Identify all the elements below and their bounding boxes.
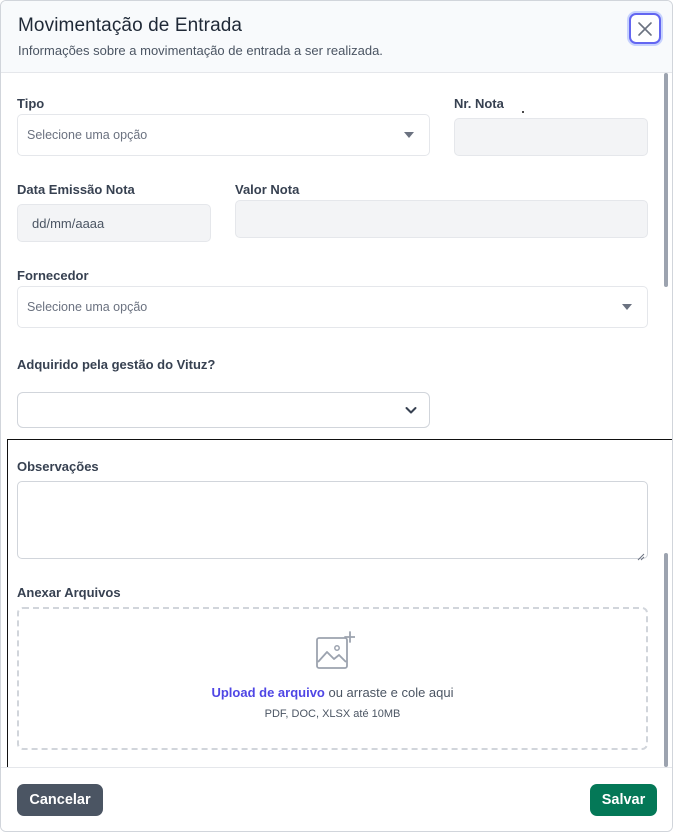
caret-down-icon xyxy=(622,304,632,310)
image-add-icon xyxy=(315,631,356,671)
upload-link[interactable]: Upload de arquivo xyxy=(211,685,324,700)
tipo-label: Tipo xyxy=(17,96,45,111)
scrollbar-thumb-upper[interactable] xyxy=(664,73,668,287)
data-emissao-placeholder: dd/mm/aaaa xyxy=(32,216,105,231)
upload-rest-text: ou arraste e cole aqui xyxy=(324,685,454,700)
close-icon xyxy=(637,21,653,37)
caret-down-icon xyxy=(404,132,414,138)
data-emissao-label: Data Emissão Nota xyxy=(17,182,135,197)
modal-subtitle: Informações sobre a movimentação de entr… xyxy=(18,43,383,58)
selection-border-top xyxy=(7,439,672,440)
adquirido-select[interactable] xyxy=(17,392,430,428)
fornecedor-label: Fornecedor xyxy=(17,268,89,283)
nr-nota-label: Nr. Nota xyxy=(454,96,504,111)
cancel-button[interactable]: Cancelar xyxy=(17,784,103,816)
file-dropzone[interactable]: Upload de arquivo ou arraste e cole aqui… xyxy=(17,607,648,750)
modal-header: Movimentação de Entrada Informações sobr… xyxy=(1,1,672,73)
save-button[interactable]: Salvar xyxy=(590,784,657,816)
resize-handle-icon[interactable] xyxy=(637,548,645,561)
adquirido-label: Adquirido pela gestão do Vituz? xyxy=(17,357,216,372)
observacoes-label: Observações xyxy=(17,459,99,474)
valor-nota-label: Valor Nota xyxy=(235,182,300,197)
upload-instructions: Upload de arquivo ou arraste e cole aqui xyxy=(19,685,646,700)
valor-nota-input[interactable] xyxy=(235,200,648,238)
observacoes-textarea[interactable] xyxy=(17,481,648,561)
fornecedor-placeholder: Selecione uma opção xyxy=(27,300,148,314)
upload-hint: PDF, DOC, XLSX até 10MB xyxy=(264,708,401,720)
nr-nota-input[interactable] xyxy=(454,118,648,156)
tipo-placeholder: Selecione uma opção xyxy=(27,128,148,142)
data-emissao-input[interactable]: dd/mm/aaaa xyxy=(17,204,211,242)
close-button[interactable] xyxy=(629,13,661,44)
stray-dot xyxy=(522,111,524,113)
chevron-down-icon xyxy=(404,403,418,417)
fornecedor-select[interactable]: Selecione uma opção xyxy=(17,286,648,328)
tipo-select[interactable]: Selecione uma opção xyxy=(17,114,430,156)
entry-movement-modal: Movimentação de Entrada Informações sobr… xyxy=(0,0,673,832)
modal-title: Movimentação de Entrada xyxy=(18,15,243,36)
anexar-label: Anexar Arquivos xyxy=(17,585,121,600)
scrollbar-thumb-lower[interactable] xyxy=(664,553,668,767)
